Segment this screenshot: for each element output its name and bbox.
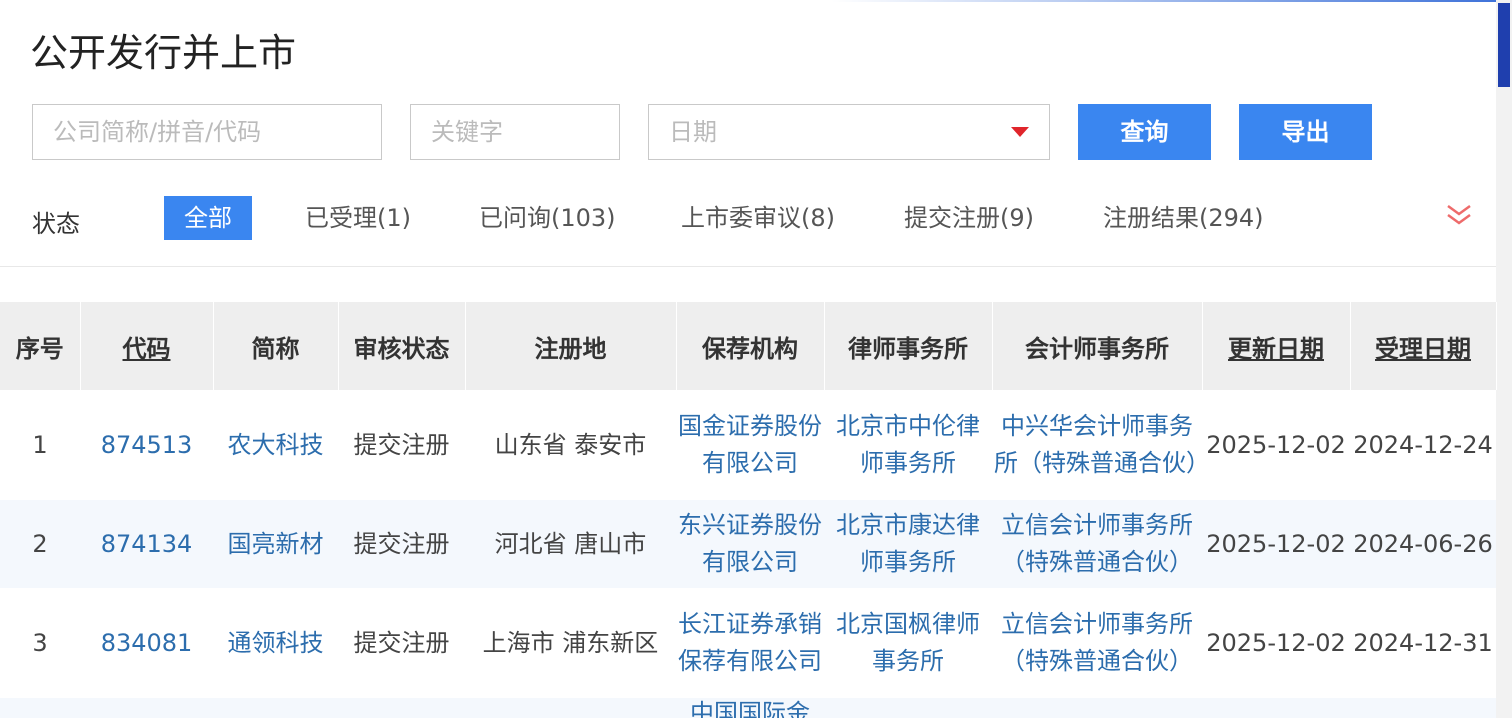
col-header-status: 审核状态 <box>338 302 466 390</box>
col-header-law-firm: 律师事务所 <box>824 302 993 390</box>
cell-name-link[interactable]: 农大科技 <box>213 390 338 500</box>
cell-code-link[interactable]: 874513 <box>80 390 213 500</box>
cell-region: 上海市 浦东新区 <box>482 628 659 657</box>
cell-accept-date: 2024-12-31 <box>1353 628 1493 657</box>
col-header-code-label[interactable]: 代码 <box>123 335 171 363</box>
col-header-update-date-label[interactable]: 更新日期 <box>1228 335 1324 363</box>
date-select-value: 日期 <box>669 118 717 146</box>
col-header-name: 简称 <box>213 302 339 390</box>
cell-region <box>465 698 676 718</box>
cell-status: 提交注册 <box>353 430 450 459</box>
cell-law-firm-link[interactable]: 北京市中伦律师事务所 <box>824 390 992 500</box>
cell-region: 河北省 唐山市 <box>494 529 647 558</box>
cell-code-link[interactable] <box>80 698 213 718</box>
cell-accounting-firm-link[interactable]: 立信会计师事务所（特殊普通合伙） <box>992 588 1202 698</box>
company-search-input[interactable]: 公司简称/拼音/代码 <box>32 104 382 160</box>
col-header-accept-date[interactable]: 受理日期 <box>1350 302 1497 390</box>
cell-status <box>338 698 465 718</box>
query-button[interactable]: 查询 <box>1078 104 1211 160</box>
cell-sponsor-link[interactable]: 东兴证券股份有限公司 <box>676 500 824 588</box>
cell-name-link[interactable]: 国亮新材 <box>213 500 338 588</box>
table-header-row: 序号 代码 简称 审核状态 注册地 保荐机构 律师事务所 会计师事务所 更新日期… <box>0 302 1497 390</box>
section-divider <box>0 266 1496 267</box>
cell-index: 2 <box>32 529 48 558</box>
cell-status: 提交注册 <box>353 529 450 558</box>
listing-table: 序号 代码 简称 审核状态 注册地 保荐机构 律师事务所 会计师事务所 更新日期… <box>0 302 1497 718</box>
col-header-update-date[interactable]: 更新日期 <box>1202 302 1351 390</box>
filter-all[interactable]: 全部 <box>164 196 252 240</box>
col-header-sponsor: 保荐机构 <box>676 302 825 390</box>
cell-name-link[interactable] <box>213 698 338 718</box>
table-row[interactable]: 3 834081 通领科技 提交注册 上海市 浦东新区 长江证券承销保荐有限公司… <box>0 588 1496 698</box>
col-header-region: 注册地 <box>465 302 677 390</box>
table-row[interactable]: 2 874134 国亮新材 提交注册 河北省 唐山市 东兴证券股份有限公司 北京… <box>0 500 1496 588</box>
cell-sponsor-link[interactable]: 国金证券股份有限公司 <box>676 390 824 500</box>
cell-sponsor-link[interactable]: 中国国际金 <box>676 698 824 718</box>
cell-law-firm-link[interactable]: 北京市康达律师事务所 <box>824 500 992 588</box>
cell-code-link[interactable]: 874134 <box>80 500 213 588</box>
cell-update-date: 2025-12-02 <box>1206 430 1346 459</box>
cell-name-link[interactable]: 通领科技 <box>213 588 338 698</box>
expand-chevron-icon[interactable] <box>1445 202 1473 228</box>
cell-accept-date: 2024-06-26 <box>1353 529 1493 558</box>
cell-accept-date: 2024-12-24 <box>1353 430 1493 459</box>
col-header-code[interactable]: 代码 <box>80 302 214 390</box>
filter-registration-result[interactable]: 注册结果(294) <box>1103 196 1264 240</box>
table-row[interactable]: 中国国际金 <box>0 698 1496 718</box>
date-select[interactable]: 日期 <box>648 104 1050 160</box>
cell-index: 1 <box>32 430 48 459</box>
cell-region: 山东省 泰安市 <box>494 430 647 459</box>
cell-index <box>0 698 80 718</box>
cell-law-firm-link[interactable]: 北京国枫律师事务所 <box>824 588 992 698</box>
keyword-input[interactable]: 关键字 <box>410 104 620 160</box>
col-header-accounting-firm: 会计师事务所 <box>992 302 1203 390</box>
cell-update-date: 2025-12-02 <box>1206 529 1346 558</box>
cell-status: 提交注册 <box>353 628 450 657</box>
scrollbar-thumb[interactable] <box>1498 3 1510 87</box>
page-title: 公开发行并上市 <box>30 31 297 75</box>
cell-update-date <box>1202 698 1350 718</box>
cell-sponsor-link[interactable]: 长江证券承销保荐有限公司 <box>676 588 824 698</box>
top-accent-line <box>0 0 1512 2</box>
table-row[interactable]: 1 874513 农大科技 提交注册 山东省 泰安市 国金证券股份有限公司 北京… <box>0 390 1496 500</box>
cell-code-link[interactable]: 834081 <box>80 588 213 698</box>
export-button[interactable]: 导出 <box>1239 104 1372 160</box>
cell-update-date: 2025-12-02 <box>1206 628 1346 657</box>
cell-accept-date <box>1350 698 1496 718</box>
status-filter-label: 状态 <box>32 210 80 238</box>
cell-accounting-firm-link[interactable] <box>992 698 1202 718</box>
filter-listing-committee[interactable]: 上市委审议(8) <box>681 196 835 240</box>
filter-inquired[interactable]: 已问询(103) <box>479 196 616 240</box>
filter-accepted[interactable]: 已受理(1) <box>305 196 411 240</box>
filter-submitted-registration[interactable]: 提交注册(9) <box>904 196 1034 240</box>
cell-accounting-firm-link[interactable]: 中兴华会计师事务所（特殊普通合伙） <box>992 390 1202 500</box>
cell-law-firm-link[interactable] <box>824 698 992 718</box>
cell-index: 3 <box>32 628 48 657</box>
col-header-accept-date-label[interactable]: 受理日期 <box>1375 335 1471 363</box>
dropdown-caret-icon[interactable] <box>1011 127 1029 137</box>
cell-accounting-firm-link[interactable]: 立信会计师事务所（特殊普通合伙） <box>992 500 1202 588</box>
scrollbar[interactable] <box>1496 0 1512 718</box>
col-header-index: 序号 <box>0 302 81 390</box>
